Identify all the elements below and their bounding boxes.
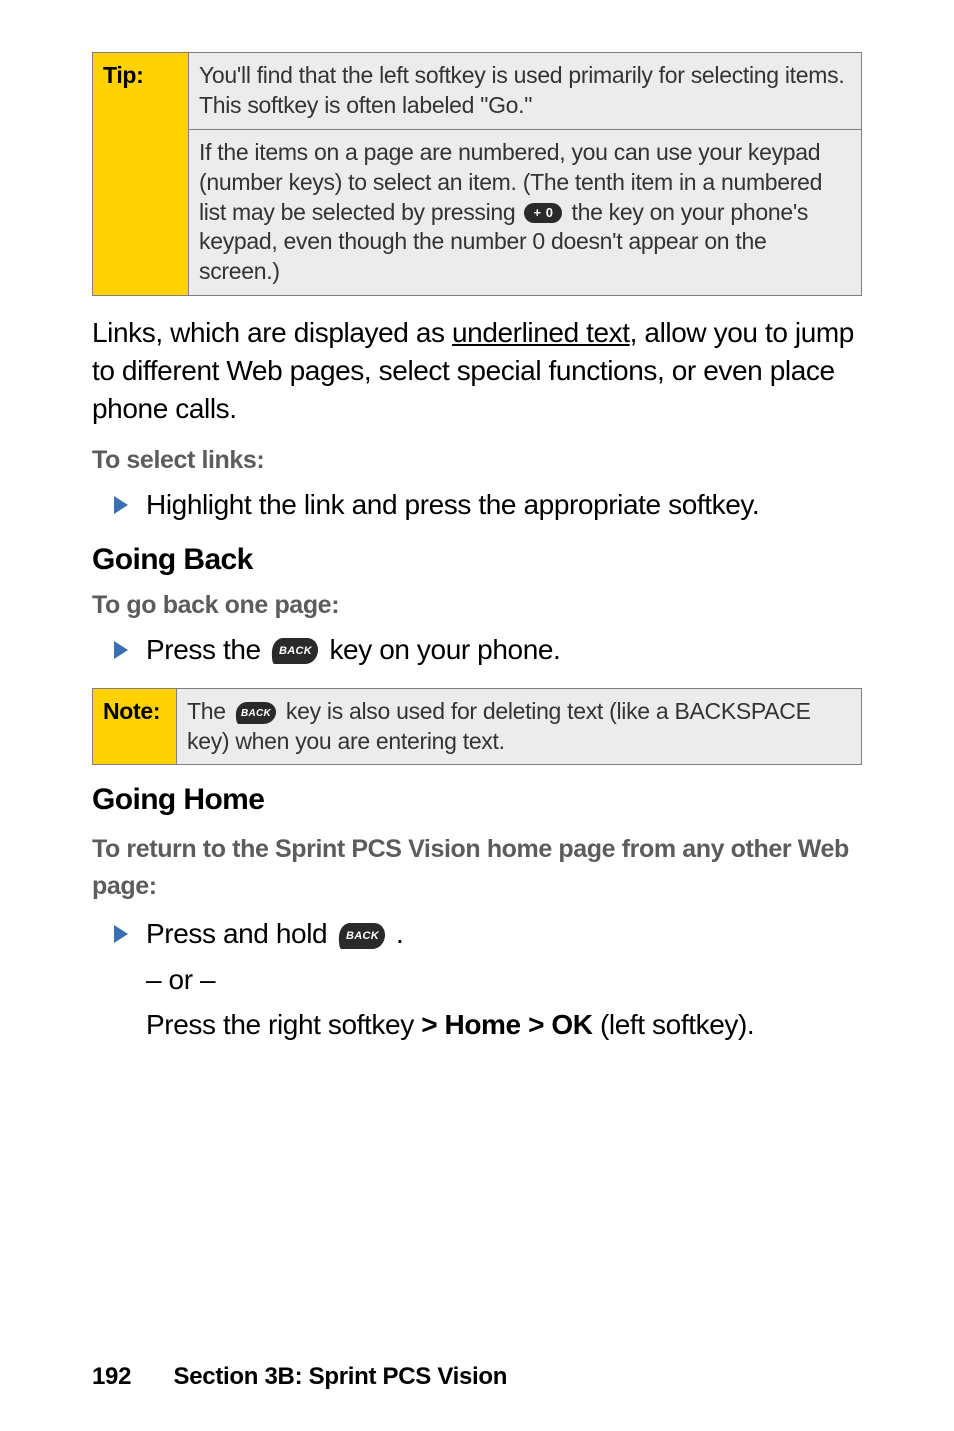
softkey-a: Press the right softkey: [146, 1009, 421, 1040]
bullet-home-a: Press and hold: [146, 918, 335, 949]
subhead-select-links: To select links:: [92, 446, 862, 475]
bullet-home-text: Press and hold BACK .: [146, 918, 403, 950]
triangle-bullet-icon: [114, 496, 128, 514]
back-key-icon: BACK: [338, 923, 386, 949]
zero-key-icon: + 0: [524, 203, 562, 223]
back-key-icon: BACK: [235, 702, 277, 724]
bullet-back-b: key on your phone.: [329, 634, 560, 665]
subhead-return-home: To return to the Sprint PCS Vision home …: [92, 831, 862, 904]
heading-going-back: Going Back: [92, 543, 862, 577]
subhead-go-back: To go back one page:: [92, 591, 862, 620]
bullet-home-b: .: [396, 918, 403, 949]
bullet-go-back: Press the BACK key on your phone.: [114, 634, 862, 666]
home-alt-block: – or – Press the right softkey > Home > …: [146, 958, 862, 1048]
page-number: 192: [92, 1363, 131, 1390]
underlined-text-sample: underlined text: [452, 317, 630, 348]
note-body: The BACK key is also used for deleting t…: [177, 688, 862, 765]
note-label: Note:: [93, 688, 177, 765]
or-text: – or –: [146, 958, 862, 1003]
links-para-a: Links, which are displayed as: [92, 317, 452, 348]
bullet-select-links: Highlight the link and press the appropr…: [114, 489, 862, 521]
tip-label: Tip:: [93, 53, 189, 296]
back-key-icon: BACK: [271, 638, 319, 664]
page-footer: 192 Section 3B: Sprint PCS Vision: [92, 1343, 862, 1391]
note-callout: Note: The BACK key is also used for dele…: [92, 688, 862, 766]
tip-body-1: You'll find that the left softkey is use…: [189, 53, 862, 130]
note-b: key is also used for deleting text (like…: [187, 698, 811, 754]
section-title: Section 3B: Sprint PCS Vision: [174, 1363, 508, 1390]
tip-callout: Tip: You'll find that the left softkey i…: [92, 52, 862, 296]
note-a: The: [187, 698, 232, 724]
bullet-go-back-text: Press the BACK key on your phone.: [146, 634, 560, 666]
bullet-select-links-text: Highlight the link and press the appropr…: [146, 489, 759, 521]
page-content: Tip: You'll find that the left softkey i…: [92, 52, 862, 1343]
triangle-bullet-icon: [114, 925, 128, 943]
tip-body-2: If the items on a page are numbered, you…: [189, 129, 862, 295]
bullet-going-home: Press and hold BACK .: [114, 918, 862, 950]
bullet-back-a: Press the: [146, 634, 268, 665]
triangle-bullet-icon: [114, 641, 128, 659]
softkey-c: (left softkey).: [593, 1009, 755, 1040]
softkey-b: > Home > OK: [421, 1009, 592, 1040]
heading-going-home: Going Home: [92, 783, 862, 817]
softkey-line: Press the right softkey > Home > OK (lef…: [146, 1003, 862, 1048]
links-paragraph: Links, which are displayed as underlined…: [92, 314, 862, 427]
